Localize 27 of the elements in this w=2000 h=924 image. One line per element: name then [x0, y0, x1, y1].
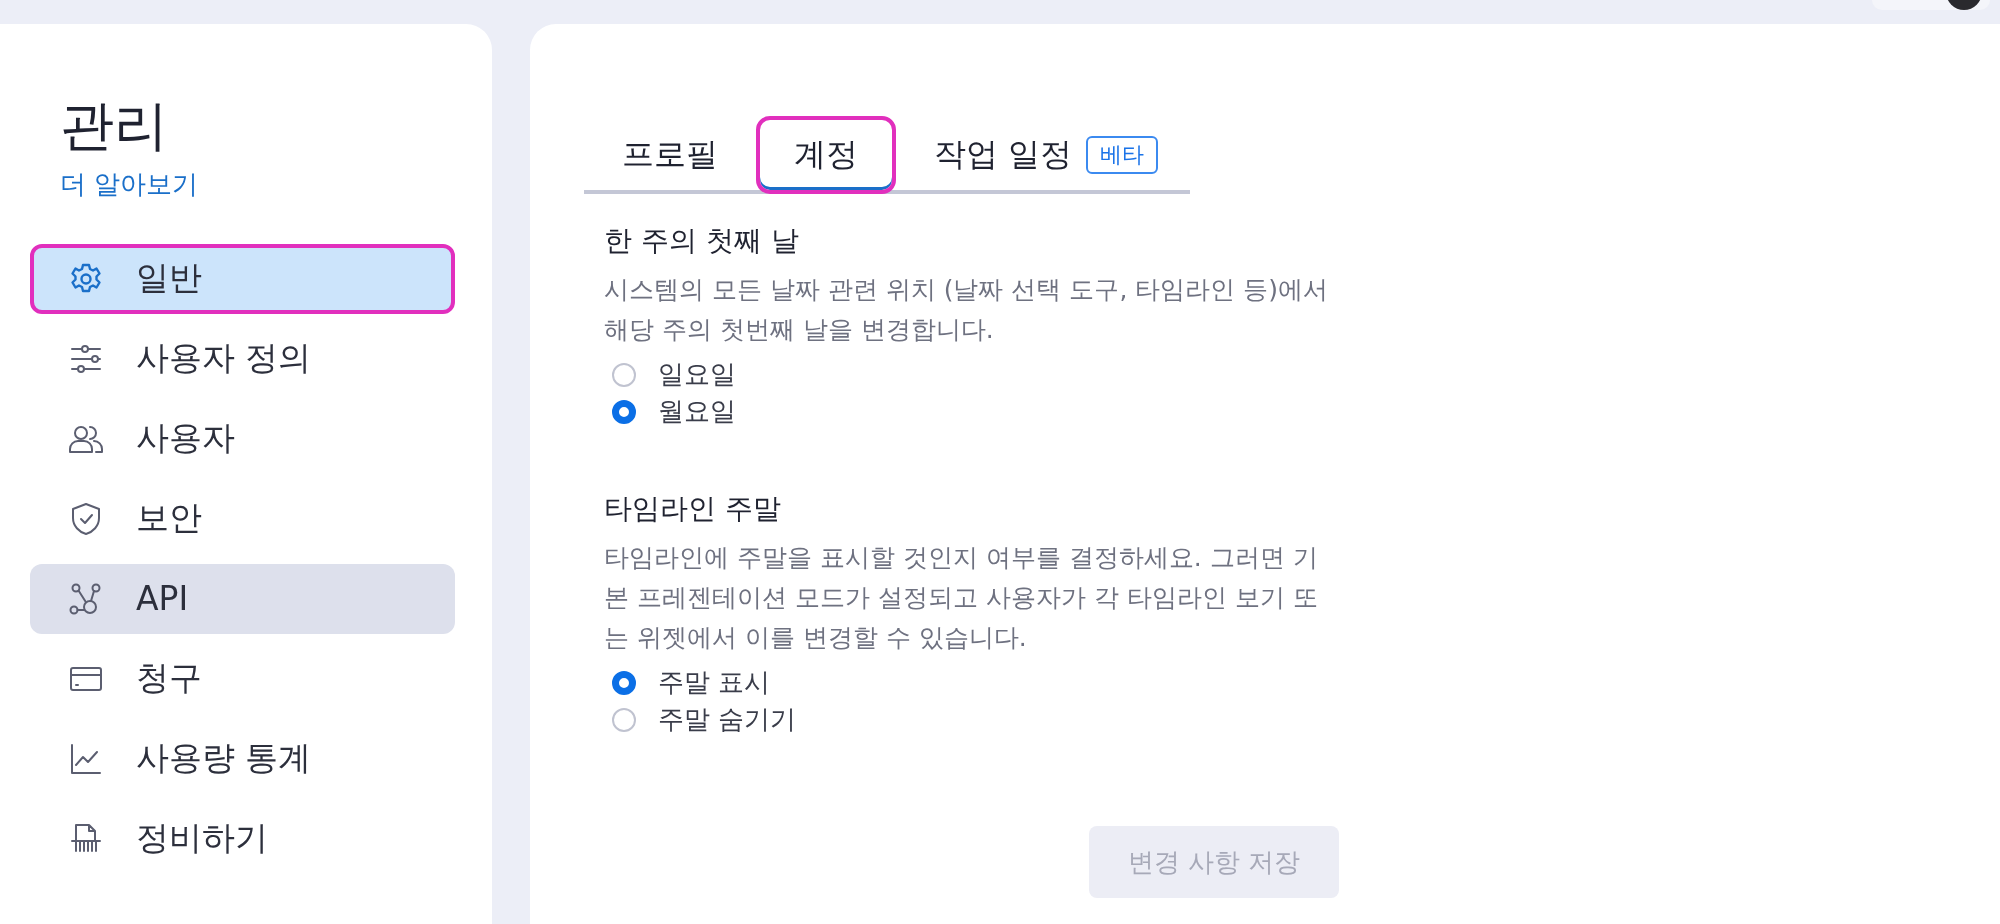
radio-label[interactable]: 주말 숨기기	[658, 702, 797, 737]
sidebar-item[interactable]: 사용자	[30, 403, 455, 474]
radio-label[interactable]: 월요일	[658, 394, 736, 429]
sidebar-item[interactable]: API	[30, 563, 455, 634]
tab[interactable]: 계정	[756, 116, 896, 194]
radio-button[interactable]	[612, 362, 636, 387]
radio-button[interactable]	[612, 707, 636, 732]
section-title: 타임라인 주말	[604, 491, 782, 527]
section-description: 타임라인에 주말을 표시할 것인지 여부를 결정하세요. 그러면 기본 프레젠테이션 모드가 설정되고 사용자가 각 타임라인 보기 또는 위젯에서 이를 변경할 수 있습니다.	[604, 542, 1319, 654]
sidebar-item[interactable]: 일반	[30, 243, 455, 314]
section-description: 시스템의 모든 날짜 관련 위치 (날짜 선택 도구, 타임라인 등)에서 해당 주의 첫번째 날을 변경합니다.	[604, 274, 1329, 346]
sidebar-item[interactable]: 사용량 통계	[30, 723, 455, 794]
tab[interactable]: 프로필	[584, 116, 756, 190]
section-title: 한 주의 첫째 날	[604, 223, 800, 259]
sidebar-item[interactable]: 사용자 정의	[30, 323, 455, 394]
top-bar-button[interactable]	[1872, 0, 1990, 10]
sidebar-item[interactable]: 정비하기	[30, 803, 455, 874]
sidebar-item[interactable]: 청구	[30, 643, 455, 714]
sidebar-item[interactable]: 보안	[30, 483, 455, 554]
radio-button[interactable]	[612, 399, 636, 424]
radio-label[interactable]: 주말 표시	[658, 665, 771, 700]
beta-badge: 베타	[1086, 136, 1159, 174]
radio-button[interactable]	[612, 670, 636, 695]
learn-more-link[interactable]: 더 알아보기	[60, 166, 199, 202]
radio-label[interactable]: 일요일	[658, 357, 736, 392]
tab[interactable]: 작업 일정 베타	[896, 116, 1197, 190]
page-title: 관리	[60, 94, 168, 159]
